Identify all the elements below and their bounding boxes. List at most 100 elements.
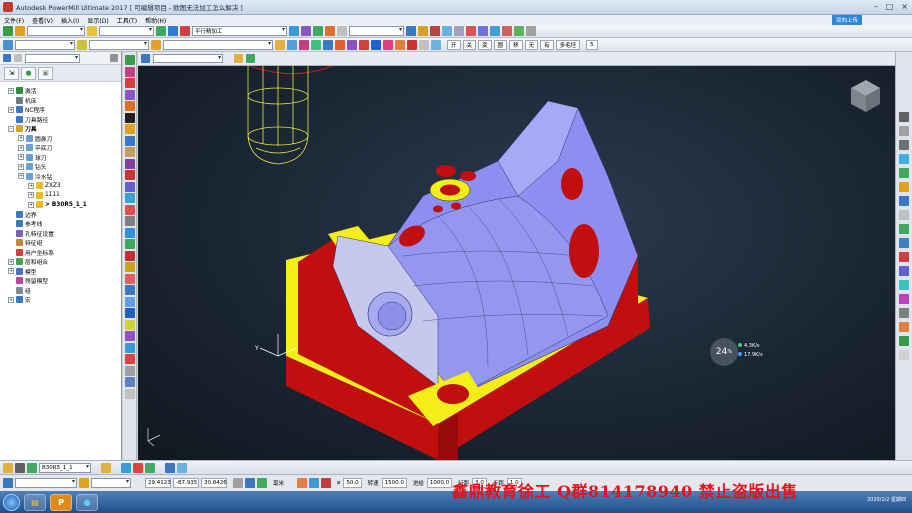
workplane-combo[interactable] xyxy=(27,26,85,36)
tree-item[interactable]: 刀具路径 xyxy=(0,115,121,125)
feed-value[interactable]: 1000.0 xyxy=(426,478,453,488)
tree-item[interactable]: + 圆鼻刀 xyxy=(0,134,121,144)
strategy-tool-icon[interactable] xyxy=(124,89,135,100)
color-icon[interactable] xyxy=(299,39,309,50)
new-project-icon[interactable] xyxy=(3,26,13,36)
lock-icon[interactable] xyxy=(151,39,161,50)
tab-explorer[interactable]: ⇲ xyxy=(4,66,19,80)
spindle-icon[interactable] xyxy=(133,462,143,473)
block-count-field[interactable]: 5 xyxy=(586,39,598,50)
tolerance-icon[interactable] xyxy=(297,478,308,488)
expand-toggle-icon[interactable]: + xyxy=(18,173,24,180)
gouge-icon[interactable] xyxy=(383,39,393,50)
boundary-combo[interactable] xyxy=(163,39,273,50)
tool-settings-icon[interactable] xyxy=(3,462,13,473)
strategy-tool-icon[interactable] xyxy=(124,66,135,77)
strategy-tool-icon[interactable] xyxy=(124,308,135,318)
collision-icon[interactable] xyxy=(395,39,405,50)
view-option-icon[interactable] xyxy=(899,112,909,122)
bulb-icon[interactable] xyxy=(275,39,285,50)
model-icon[interactable] xyxy=(3,39,13,50)
close-icon[interactable]: × xyxy=(901,2,908,11)
view-option-icon[interactable] xyxy=(899,294,909,304)
status-workplane-combo[interactable] xyxy=(15,478,77,488)
view-option-icon[interactable] xyxy=(899,154,909,164)
tree-item[interactable]: +1111 xyxy=(0,191,121,201)
maximize-icon[interactable]: □ xyxy=(886,2,894,11)
pencil-icon[interactable] xyxy=(335,39,345,50)
view-mode-button-6[interactable]: 有 xyxy=(540,39,554,50)
menu-item-3[interactable]: 显示(D) xyxy=(87,16,108,25)
layer-combo[interactable] xyxy=(349,26,404,36)
expand-toggle-icon[interactable]: + xyxy=(18,144,24,151)
menu-item-1[interactable]: 查看(V) xyxy=(32,16,53,25)
expand-toggle-icon[interactable]: + xyxy=(18,163,24,170)
strategy-tool-icon[interactable] xyxy=(124,342,135,353)
expand-toggle-icon[interactable]: - xyxy=(8,125,14,132)
tree-item[interactable]: + 冷水钻 xyxy=(0,172,121,182)
expand-toggle-icon[interactable]: + xyxy=(8,87,14,94)
tree-item[interactable]: - 刀具 xyxy=(0,124,121,134)
strategy-tool-icon[interactable] xyxy=(124,101,135,111)
feed-icon[interactable] xyxy=(121,462,131,473)
strategy-tool-icon[interactable] xyxy=(124,170,135,180)
strategy-tool-icon[interactable] xyxy=(124,331,135,341)
strategy-tool-icon[interactable] xyxy=(124,112,135,123)
tool-icon[interactable] xyxy=(87,26,97,36)
analyse-icon[interactable] xyxy=(347,39,357,50)
calc-icon[interactable] xyxy=(180,26,190,36)
expand-toggle-icon[interactable]: + xyxy=(8,268,14,275)
strategy-tool-icon[interactable] xyxy=(124,78,135,88)
grid-snap-icon[interactable] xyxy=(245,478,255,488)
tree-item[interactable]: 组 xyxy=(0,286,121,296)
status-workplane-icon[interactable] xyxy=(3,478,13,488)
strategy-tool-icon[interactable] xyxy=(124,216,135,226)
expand-toggle-icon[interactable]: + xyxy=(28,192,34,199)
tree-item[interactable]: + 激活 xyxy=(0,86,121,96)
tree-item[interactable]: + 宏 xyxy=(0,295,121,305)
tab-properties[interactable]: ▣ xyxy=(38,66,53,80)
tab-globe[interactable]: ● xyxy=(21,66,36,80)
zoom-icon[interactable] xyxy=(490,26,500,36)
simulate-icon[interactable] xyxy=(418,26,428,36)
block-icon[interactable] xyxy=(289,26,299,36)
strategy-tool-icon[interactable] xyxy=(124,319,135,330)
view-option-icon[interactable] xyxy=(899,350,909,360)
home-icon[interactable] xyxy=(3,54,11,62)
view-option-icon[interactable] xyxy=(899,196,909,206)
diamond-icon[interactable] xyxy=(323,39,333,50)
strategy-tool-icon[interactable] xyxy=(124,158,135,169)
back-icon[interactable] xyxy=(14,54,22,62)
pan-icon[interactable] xyxy=(246,54,255,63)
tool-new-icon[interactable] xyxy=(101,462,111,473)
view-mode-button-1[interactable]: 关 xyxy=(462,39,477,50)
view-mode-button-0[interactable]: 开 xyxy=(447,39,461,50)
stepover-icon[interactable] xyxy=(321,478,332,488)
view-option-icon[interactable] xyxy=(899,322,909,332)
tree-item[interactable]: + > B30R5_1_1 xyxy=(0,200,121,210)
tree-item[interactable]: 边界 xyxy=(0,210,121,220)
thickness-icon[interactable] xyxy=(309,478,320,488)
pin-icon[interactable] xyxy=(110,54,118,62)
cut-icon[interactable] xyxy=(359,39,369,50)
tool-holder-icon[interactable] xyxy=(27,462,37,473)
view-option-icon[interactable] xyxy=(899,140,909,150)
tree-item[interactable]: + 球刀 xyxy=(0,153,121,163)
translucent-icon[interactable] xyxy=(311,39,321,50)
wireframe-icon[interactable] xyxy=(454,26,464,36)
taskbar-powermill[interactable]: P xyxy=(50,493,72,511)
view-option-icon[interactable] xyxy=(899,308,909,318)
tree-item[interactable]: + 模型 xyxy=(0,267,121,277)
leads-icon[interactable] xyxy=(313,26,323,36)
view-option-icon[interactable] xyxy=(899,210,909,220)
expand-toggle-icon[interactable]: + xyxy=(8,258,14,265)
strategy-tool-icon[interactable] xyxy=(124,296,135,307)
view-option-icon[interactable] xyxy=(899,266,909,276)
view-mode-button-4[interactable]: 移 xyxy=(509,39,523,50)
pen-icon[interactable] xyxy=(177,462,187,473)
strategy-tool-icon[interactable] xyxy=(124,273,135,284)
strategy-tool-icon[interactable] xyxy=(124,227,135,238)
toolpath-icon[interactable] xyxy=(168,26,178,36)
strategy-tool-icon[interactable] xyxy=(124,250,135,261)
start-button[interactable] xyxy=(3,493,20,511)
